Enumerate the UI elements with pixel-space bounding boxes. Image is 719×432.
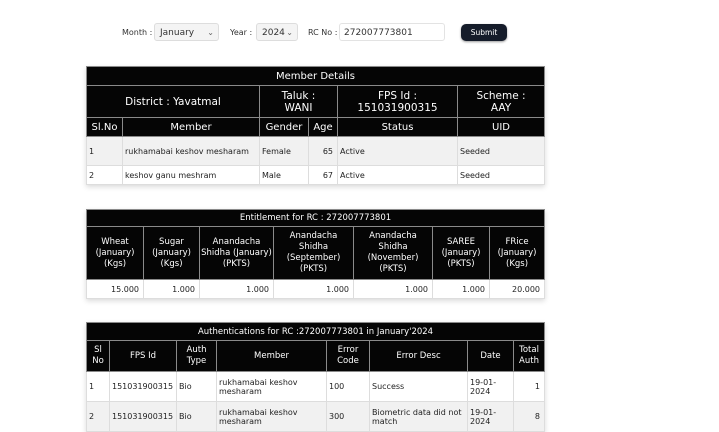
month-value: January [160,28,195,38]
member-name-cell: rukhamabai keshov mesharam [122,136,260,166]
column-header: Wheat (January) (Kgs) [86,226,144,280]
month-select[interactable]: January ⌄ [154,23,219,41]
anandacha-november-value: 1.000 [353,279,433,299]
column-header: Auth Type [176,340,217,372]
sugar-value: 1.000 [143,279,200,299]
chevron-down-icon: ⌄ [207,28,214,37]
column-header: Anandacha Shidha (January) (PKTS) [199,226,274,280]
column-header: Member [122,117,260,137]
column-header: Age [308,117,338,137]
member-name-cell: rukhamabai keshov mesharam [216,371,327,402]
column-header: Sl No [86,340,110,372]
year-label: Year : [230,28,253,37]
member-details-table: Member Details District : Yavatmal Taluk… [85,66,546,185]
member-name-cell: rukhamabai keshov mesharam [216,401,327,432]
sl-no-cell: 2 [86,401,110,432]
fps-id-cell: FPS Id : 151031900315 [337,85,458,118]
fps-id-cell: 151031900315 [109,371,177,402]
age-cell: 65 [308,136,338,166]
column-header: Date [467,340,514,372]
entitlement-title: Entitlement for RC : 272007773801 [85,209,546,227]
error-desc-cell: Success [369,371,468,402]
column-header: Total Auth [512,340,546,372]
authentications-title: Authentications for RC :272007773801 in … [85,322,546,341]
age-cell: 67 [308,165,338,185]
table-row: 2 151031900315 Bio rukhamabai keshov mes… [86,401,546,432]
column-header: Gender [259,117,309,137]
submit-button[interactable]: Submit [461,24,507,41]
column-header: Error Desc [369,340,468,372]
rc-label: RC No : [308,28,338,37]
error-desc-cell: Biometric data did not match [369,401,468,432]
rc-number-value: 272007773801 [344,28,413,38]
table-row: 15.000 1.000 1.000 1.000 1.000 1.000 20.… [86,279,546,299]
total-auth-cell: 8 [512,401,546,432]
sl-no-cell: 1 [86,136,123,166]
month-label: Month : [122,28,153,37]
year-value: 2024 [262,28,285,38]
status-cell: Active [337,165,458,185]
sl-no-cell: 2 [86,165,123,185]
date-cell: 19-01-2024 [467,401,514,432]
column-header: Anandacha Shidha (September) (PKTS) [273,226,354,280]
column-header: Status [337,117,458,137]
gender-cell: Male [259,165,309,185]
column-header: Error Code [326,340,370,372]
district-cell: District : Yavatmal [86,85,260,118]
year-select[interactable]: 2024 ⌄ [256,23,298,41]
column-header: Sugar (January) (Kgs) [143,226,200,280]
table-row: 2 keshov ganu meshram Male 67 Active See… [86,165,546,185]
auth-type-cell: Bio [176,371,217,402]
column-header: Anandacha Shidha (November) (PKTS) [353,226,433,280]
uid-cell: Seeded [456,165,546,185]
scheme-label: Scheme : [476,89,526,102]
chevron-down-icon: ⌄ [286,28,293,37]
auth-type-cell: Bio [176,401,217,432]
table-row: 1 151031900315 Bio rukhamabai keshov mes… [86,371,546,402]
date-cell: 19-01-2024 [467,371,514,402]
gender-cell: Female [259,136,309,166]
scheme-value: AAY [490,101,512,114]
column-header: UID [456,117,546,137]
column-header: FPS Id [109,340,177,372]
table-row: 1 rukhamabai keshov mesharam Female 65 A… [86,136,546,166]
scheme-cell: Scheme : AAY [456,85,546,118]
column-header: SAREE (January) (PKTS) [432,226,490,280]
uid-cell: Seeded [456,136,546,166]
member-name-cell: keshov ganu meshram [122,165,260,185]
rc-number-input[interactable]: 272007773801 [339,23,445,41]
frice-value: 20.000 [488,279,546,299]
total-auth-cell: 1 [512,371,546,402]
filter-bar: Month : January ⌄ Year : 2024 ⌄ RC No : … [0,23,719,43]
fps-id-value: 151031900315 [357,101,438,114]
taluk-value: WANI [284,101,313,114]
saree-value: 1.000 [432,279,490,299]
column-header: Sl.No [86,117,123,137]
sl-no-cell: 1 [86,371,110,402]
entitlement-table: Entitlement for RC : 272007773801 Wheat … [85,209,546,299]
error-code-cell: 100 [326,371,370,402]
taluk-cell: Taluk : WANI [259,85,338,118]
authentications-table: Authentications for RC :272007773801 in … [85,322,546,432]
error-code-cell: 300 [326,401,370,432]
wheat-value: 15.000 [86,279,144,299]
column-header: FRice (January) (Kgs) [488,226,546,280]
fps-id-label: FPS Id : [377,89,417,102]
taluk-label: Taluk : [281,89,316,102]
anandacha-january-value: 1.000 [199,279,274,299]
fps-id-cell: 151031900315 [109,401,177,432]
anandacha-september-value: 1.000 [273,279,354,299]
member-details-title: Member Details [85,66,546,86]
status-cell: Active [337,136,458,166]
column-header: Member [216,340,327,372]
